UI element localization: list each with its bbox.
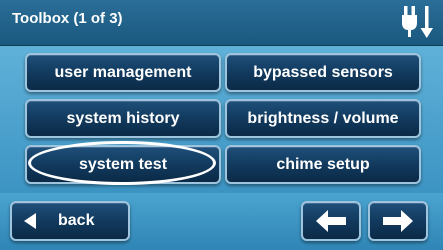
arrow-right-icon	[383, 210, 413, 232]
back-label: back	[58, 212, 95, 229]
brightness-volume-button[interactable]: brightness / volume	[225, 99, 421, 138]
brightness-volume-label: brightness / volume	[247, 109, 399, 127]
back-button[interactable]: back	[10, 201, 130, 241]
system-test-button[interactable]: system test	[25, 145, 221, 184]
user-management-label: user management	[54, 63, 192, 81]
previous-page-button[interactable]	[301, 201, 361, 241]
chime-setup-button[interactable]: chime setup	[225, 145, 421, 184]
power-plug-icon	[402, 6, 433, 38]
chime-setup-label: chime setup	[276, 155, 370, 173]
system-history-button[interactable]: system history	[25, 99, 221, 138]
next-page-button[interactable]	[368, 201, 428, 241]
toolbox-screen: Toolbox (1 of 3) user management bypasse…	[0, 0, 443, 250]
arrow-left-icon	[316, 210, 346, 232]
system-test-label: system test	[78, 155, 168, 173]
bypassed-sensors-label: bypassed sensors	[253, 63, 393, 81]
triangle-left-icon	[24, 213, 36, 229]
user-management-button[interactable]: user management	[25, 53, 221, 92]
page-title: Toolbox (1 of 3)	[12, 10, 123, 27]
title-bar: Toolbox (1 of 3)	[0, 0, 443, 46]
system-history-label: system history	[66, 109, 180, 127]
bypassed-sensors-button[interactable]: bypassed sensors	[225, 53, 421, 92]
